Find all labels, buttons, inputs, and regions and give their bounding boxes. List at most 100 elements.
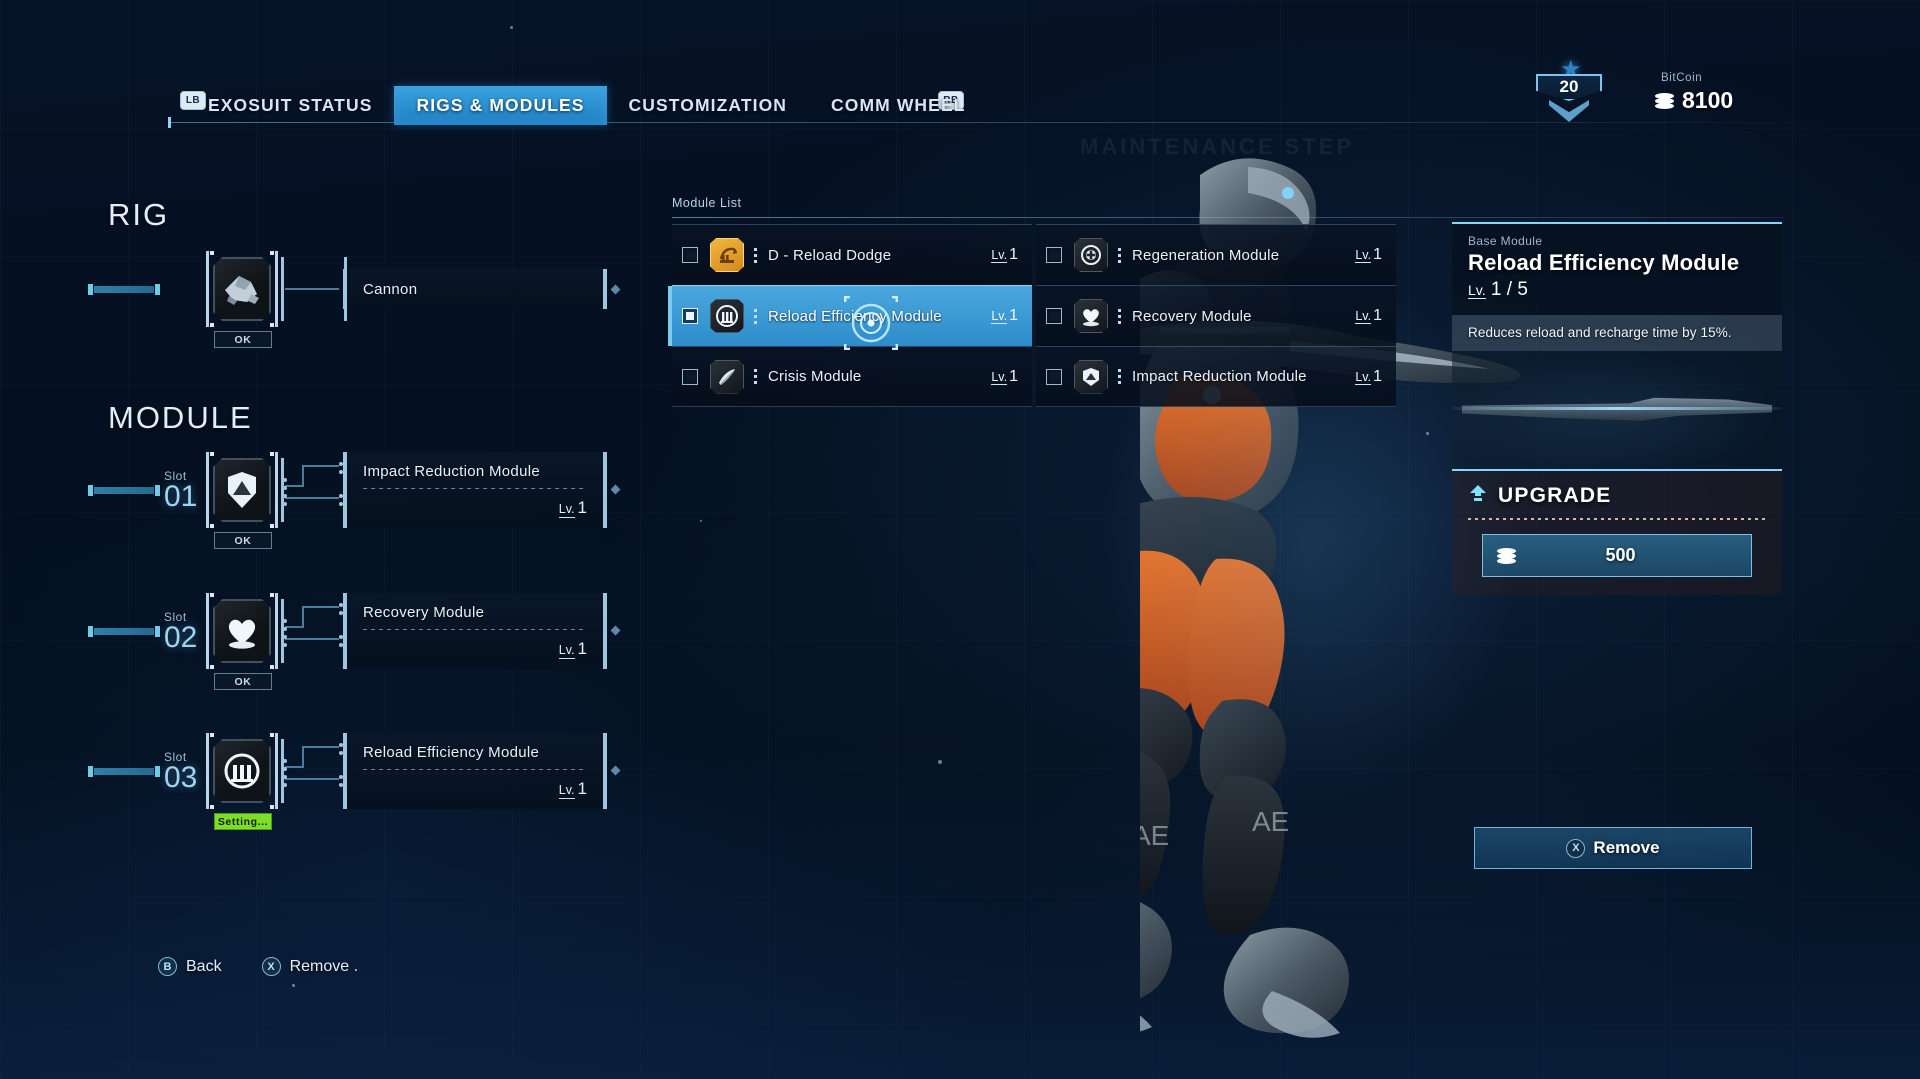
rig-info-plate: Cannon bbox=[343, 269, 621, 309]
module-checkbox[interactable] bbox=[1046, 247, 1062, 263]
shield-up-icon bbox=[1074, 359, 1108, 394]
module-list-divider bbox=[672, 217, 1784, 218]
upgrade-section: UPGRADE 500 bbox=[1452, 471, 1782, 595]
slot-lead-bar bbox=[88, 484, 160, 496]
currency-value: 8100 bbox=[1682, 87, 1734, 113]
list-item[interactable]: Impact Reduction Module Lv. 1 bbox=[1036, 346, 1396, 407]
drag-handle-dots[interactable] bbox=[1114, 308, 1124, 324]
b-button-icon: B bbox=[158, 957, 177, 976]
module-slot-row-03[interactable]: Slot 03 Setting... Reload Efficiency Mod… bbox=[88, 718, 621, 830]
detail-module-name: Reload Efficiency Module bbox=[1468, 250, 1740, 275]
module-checkbox[interactable] bbox=[1046, 368, 1062, 385]
rig-name: Cannon bbox=[363, 280, 418, 298]
detail-panel-header: Base Module Reload Efficiency Module Lv.… bbox=[1452, 224, 1782, 315]
remove-button[interactable]: X Remove bbox=[1474, 827, 1752, 869]
slot-number: 02 bbox=[164, 621, 198, 654]
drag-handle-dots[interactable] bbox=[750, 308, 760, 324]
level-label: Lv. bbox=[1355, 248, 1372, 263]
module-level-02: Lv. 1 bbox=[363, 639, 587, 659]
rig-wire-connector bbox=[281, 251, 347, 327]
module-slot-row-02[interactable]: Slot 02 OK Recovery Module Lv. 1 bbox=[88, 578, 621, 690]
rig-slot-row[interactable]: OK Cannon bbox=[88, 236, 621, 348]
drag-handle-dots[interactable] bbox=[750, 369, 760, 384]
slot-number: 03 bbox=[164, 761, 198, 794]
module-wire-connector-02 bbox=[281, 593, 347, 669]
upgrade-divider bbox=[1468, 518, 1766, 520]
module-list-label: Module List bbox=[672, 196, 742, 210]
slot-meta-02: Slot 02 bbox=[164, 610, 204, 654]
top-navigation-bar: LB RB EXOSUIT STATUS RIGS & MODULES CUST… bbox=[0, 0, 1920, 130]
level-chevron-icon bbox=[1549, 100, 1589, 122]
module-info-plate-03: Reload Efficiency Module Lv. 1 bbox=[343, 733, 621, 809]
module-checkbox[interactable] bbox=[682, 368, 698, 385]
hint-remove[interactable]: X Remove . bbox=[261, 957, 358, 976]
module-slot-row-01[interactable]: Slot 01 OK Impact Reduction Module Lv. 1 bbox=[88, 437, 621, 549]
level-label: Lv. bbox=[1468, 282, 1486, 299]
level-value: 1 bbox=[1373, 246, 1382, 263]
heart-icon bbox=[213, 599, 271, 663]
x-button-icon: X bbox=[261, 957, 281, 976]
level-label: Lv. bbox=[558, 782, 575, 799]
module-list-item-name: Recovery Module bbox=[1132, 307, 1252, 325]
module-list-item-name: D - Reload Dodge bbox=[768, 246, 892, 264]
list-item[interactable]: D - Reload Dodge Lv. 1 bbox=[672, 224, 1032, 285]
level-value: 1 bbox=[1373, 367, 1382, 385]
hint-back[interactable]: B Back bbox=[158, 957, 222, 976]
upgrade-arrow-icon bbox=[1468, 483, 1488, 508]
level-value: 1 / 5 bbox=[1490, 279, 1528, 300]
list-item-selected[interactable]: Reload Efficiency Module Lv. 1 bbox=[668, 285, 1032, 346]
tab-customization[interactable]: CUSTOMIZATION bbox=[607, 86, 810, 125]
drag-handle-dots[interactable] bbox=[1114, 247, 1124, 263]
list-item[interactable]: Recovery Module Lv. 1 bbox=[1036, 285, 1396, 346]
module-status-badge-03: Setting... bbox=[214, 813, 272, 830]
module-list-item-name: Reload Efficiency Module bbox=[768, 307, 942, 325]
nav-tab-list: EXOSUIT STATUS RIGS & MODULES CUSTOMIZAT… bbox=[186, 86, 988, 125]
plate-divider bbox=[363, 768, 587, 770]
list-item[interactable]: Crisis Module Lv. 1 bbox=[672, 346, 1032, 407]
module-icon-frame-03[interactable]: Setting... bbox=[206, 733, 278, 830]
cannon-icon bbox=[213, 257, 271, 321]
module-status-badge-01: OK bbox=[214, 532, 272, 549]
module-icon-frame-02[interactable]: OK bbox=[206, 593, 278, 690]
upgrade-cost-button[interactable]: 500 bbox=[1482, 534, 1752, 577]
module-list-item-name: Crisis Module bbox=[768, 368, 862, 385]
module-list-item-level: Lv. 1 bbox=[991, 307, 1018, 325]
tab-exosuit-status[interactable]: EXOSUIT STATUS bbox=[186, 86, 394, 125]
module-list-grid: D - Reload Dodge Lv. 1 Reload Efficiency… bbox=[668, 224, 1396, 407]
background-speck bbox=[938, 760, 942, 764]
background-speck bbox=[1426, 432, 1429, 435]
module-checkbox[interactable] bbox=[1046, 308, 1062, 324]
level-label: Lv. bbox=[991, 248, 1008, 263]
rig-icon-frame[interactable]: OK bbox=[206, 251, 278, 348]
remove-button-label: Remove bbox=[1593, 838, 1660, 857]
module-list-item-name: Impact Reduction Module bbox=[1132, 368, 1307, 385]
rig-section-title: RIG bbox=[108, 197, 170, 232]
energy-streak bbox=[1452, 407, 1782, 410]
module-detail-panel: Base Module Reload Efficiency Module Lv.… bbox=[1452, 222, 1782, 595]
list-item[interactable]: Regeneration Module Lv. 1 bbox=[1036, 224, 1396, 285]
nav-divider-cap bbox=[168, 117, 171, 128]
slot-meta-01: Slot 01 bbox=[164, 469, 204, 513]
level-label: Lv. bbox=[991, 309, 1008, 324]
module-icon-frame-01[interactable]: OK bbox=[206, 452, 278, 549]
module-name-03: Reload Efficiency Module bbox=[363, 743, 540, 761]
tab-comm-wheel[interactable]: COMM WHEEL bbox=[809, 86, 987, 125]
upgrade-cost-value: 500 bbox=[1605, 545, 1636, 565]
currency-row: 8100 bbox=[1655, 87, 1733, 114]
level-value: 1 bbox=[577, 778, 587, 798]
slot-lead-bar bbox=[88, 765, 160, 777]
module-checkbox[interactable] bbox=[682, 308, 698, 324]
tab-rigs-and-modules[interactable]: RIGS & MODULES bbox=[394, 86, 607, 125]
upgrade-label: UPGRADE bbox=[1498, 483, 1612, 507]
module-name-02: Recovery Module bbox=[363, 603, 485, 621]
drag-handle-dots[interactable] bbox=[750, 247, 760, 263]
footer-hints: B Back X Remove . bbox=[158, 957, 358, 976]
slot-number: 01 bbox=[164, 480, 198, 513]
module-checkbox[interactable] bbox=[682, 247, 698, 263]
background-speck bbox=[700, 520, 702, 522]
level-value: 1 bbox=[1009, 367, 1018, 385]
module-info-plate-02: Recovery Module Lv. 1 bbox=[343, 593, 621, 669]
drag-handle-dots[interactable] bbox=[1114, 369, 1124, 384]
module-wire-connector-03 bbox=[281, 733, 347, 809]
rig-status-badge: OK bbox=[214, 331, 272, 348]
